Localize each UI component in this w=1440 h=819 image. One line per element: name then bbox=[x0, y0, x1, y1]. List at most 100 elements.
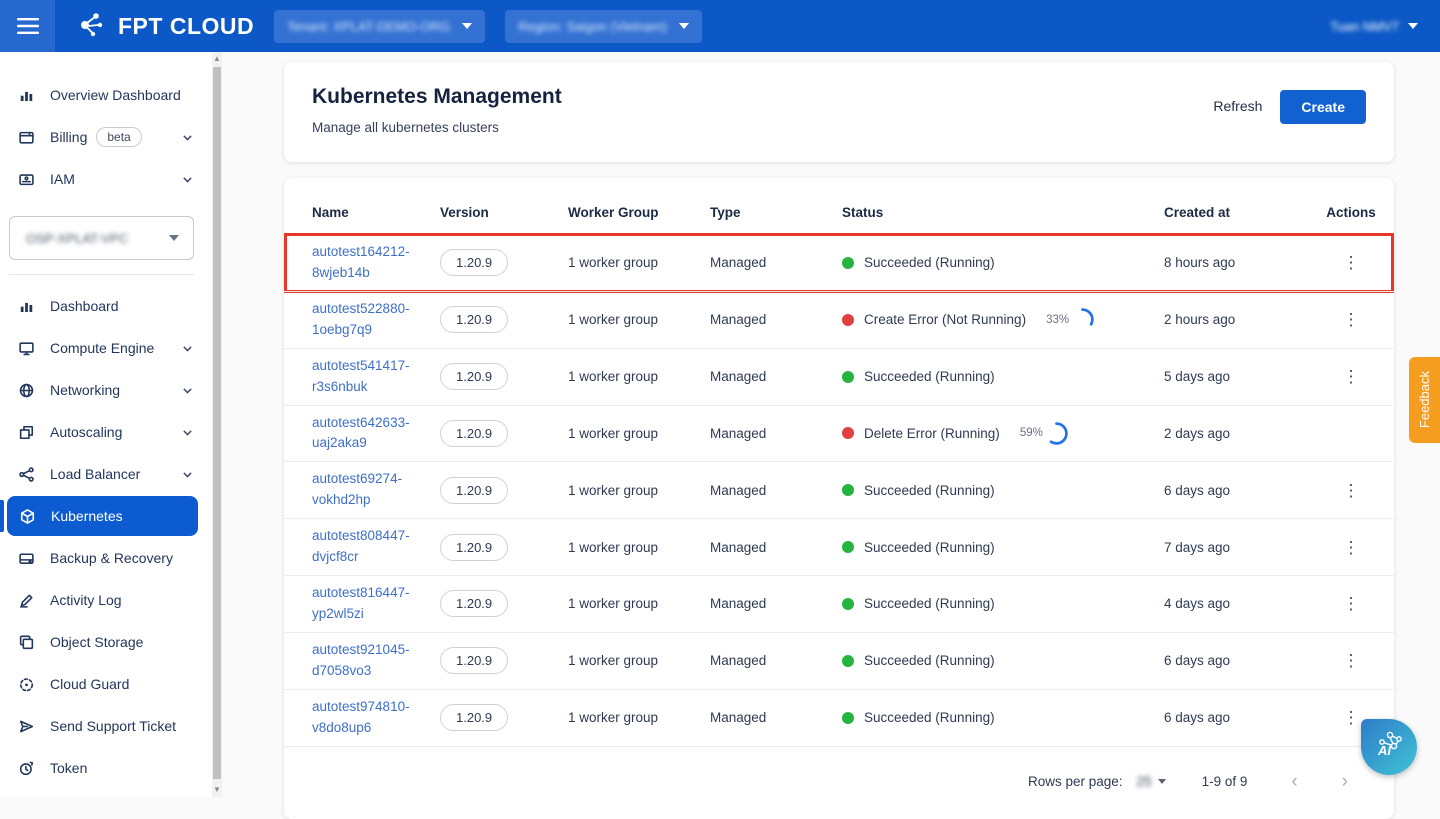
status-dot-icon bbox=[842, 541, 854, 553]
pagination-range: 1-9 of 9 bbox=[1202, 774, 1248, 789]
worker-group-cell: 1 worker group bbox=[568, 312, 708, 327]
chevron-down-icon[interactable] bbox=[1158, 779, 1166, 784]
sidebar-item-compute-engine[interactable]: Compute Engine bbox=[0, 327, 206, 369]
rows-per-page-value[interactable]: 25 bbox=[1137, 774, 1152, 789]
table-row[interactable]: autotest164212-8wjeb14b 1.20.9 1 worker … bbox=[284, 234, 1394, 291]
status-dot-icon bbox=[842, 314, 854, 326]
sidebar-item-label: Cloud Guard bbox=[50, 676, 129, 692]
ai-chat-fab[interactable]: AI bbox=[1361, 719, 1417, 775]
progress-arc-icon bbox=[1044, 421, 1069, 446]
version-badge: 1.20.9 bbox=[440, 590, 508, 617]
sidebar-item-label: Activity Log bbox=[50, 592, 122, 608]
sidebar-item-label: Backup & Recovery bbox=[50, 550, 173, 566]
chevron-down-icon bbox=[462, 23, 472, 29]
cluster-name-link[interactable]: autotest69274-vokhd2hp bbox=[312, 471, 402, 507]
kebab-menu-icon[interactable]: ⋮ bbox=[1335, 307, 1368, 332]
worker-group-cell: 1 worker group bbox=[568, 369, 708, 384]
table-row[interactable]: autotest541417-r3s6nbuk 1.20.9 1 worker … bbox=[284, 348, 1394, 405]
user-menu[interactable]: Tuan NMV7 bbox=[1330, 19, 1418, 34]
cluster-name-link[interactable]: autotest808447-dvjcf8cr bbox=[312, 528, 410, 564]
bar-chart-icon bbox=[18, 298, 35, 315]
progress-indicator: 33% bbox=[1046, 307, 1095, 332]
cluster-name-link[interactable]: autotest522880-1oebg7q9 bbox=[312, 301, 410, 337]
progress-indicator: 59% bbox=[1020, 421, 1069, 446]
sidebar-item-dashboard[interactable]: Dashboard bbox=[0, 285, 206, 327]
kebab-menu-icon[interactable]: ⋮ bbox=[1335, 591, 1368, 616]
cluster-name-link[interactable]: autotest921045-d7058vo3 bbox=[312, 642, 410, 678]
sidebar-group-account: Overview Dashboard Billing beta IAM bbox=[0, 74, 212, 200]
previous-page-button[interactable]: ‹ bbox=[1281, 769, 1307, 795]
sidebar-item-billing[interactable]: Billing beta bbox=[0, 116, 206, 158]
table-row[interactable]: autotest69274-vokhd2hp 1.20.9 1 worker g… bbox=[284, 461, 1394, 518]
sidebar-item-send-support-ticket[interactable]: Send Support Ticket bbox=[0, 705, 206, 747]
table-row[interactable]: autotest816447-yp2wl5zi 1.20.9 1 worker … bbox=[284, 575, 1394, 632]
sidebar-item-kubernetes[interactable]: Kubernetes bbox=[7, 496, 198, 536]
worker-group-cell: 1 worker group bbox=[568, 596, 708, 611]
next-page-button[interactable]: › bbox=[1332, 769, 1358, 795]
sidebar-item-overview-dashboard[interactable]: Overview Dashboard bbox=[0, 74, 206, 116]
cluster-name-link[interactable]: autotest541417-r3s6nbuk bbox=[312, 358, 410, 394]
overlap-squares-icon bbox=[18, 424, 35, 441]
vpc-selector[interactable]: OSP-XPLAT-VPC bbox=[9, 216, 194, 260]
tenant-dropdown[interactable]: Tenant: XPLAT-DEMO-ORG bbox=[274, 10, 485, 43]
refresh-button[interactable]: Refresh bbox=[1211, 90, 1264, 122]
token-dial-icon bbox=[18, 760, 35, 777]
cluster-name-link[interactable]: autotest816447-yp2wl5zi bbox=[312, 585, 410, 621]
kebab-menu-icon[interactable]: ⋮ bbox=[1335, 535, 1368, 560]
status-label: Succeeded (Running) bbox=[864, 369, 995, 384]
sidebar-item-object-storage[interactable]: Object Storage bbox=[0, 621, 206, 663]
create-button[interactable]: Create bbox=[1280, 90, 1366, 124]
sidebar-scrollbar[interactable]: ▲ ▼ bbox=[212, 52, 222, 797]
type-cell: Managed bbox=[710, 540, 840, 555]
hamburger-icon bbox=[17, 18, 39, 34]
type-cell: Managed bbox=[710, 426, 840, 441]
table-row[interactable]: autotest522880-1oebg7q9 1.20.9 1 worker … bbox=[284, 291, 1394, 348]
table-row[interactable]: autotest642633-uaj2aka9 1.20.9 1 worker … bbox=[284, 405, 1394, 462]
scrollbar-thumb[interactable] bbox=[213, 67, 221, 779]
table-row[interactable]: autotest921045-d7058vo3 1.20.9 1 worker … bbox=[284, 632, 1394, 689]
sidebar-item-networking[interactable]: Networking bbox=[0, 369, 206, 411]
feedback-tab[interactable]: Feedback bbox=[1409, 357, 1440, 443]
sidebar-item-activity-log[interactable]: Activity Log bbox=[0, 579, 206, 621]
version-badge: 1.20.9 bbox=[440, 704, 508, 731]
vpc-selector-value: OSP-XPLAT-VPC bbox=[26, 231, 128, 246]
sidebar-item-iam[interactable]: IAM bbox=[0, 158, 206, 200]
kebab-menu-icon[interactable]: ⋮ bbox=[1335, 648, 1368, 673]
cluster-name-link[interactable]: autotest974810-v8do8up6 bbox=[312, 699, 410, 735]
status-cell: Create Error (Not Running) 33% bbox=[842, 307, 1162, 332]
sidebar-item-label: Overview Dashboard bbox=[50, 87, 181, 103]
sidebar-item-load-balancer[interactable]: Load Balancer bbox=[0, 453, 206, 495]
fpt-cloud-logo[interactable]: FPT CLOUD bbox=[77, 8, 254, 45]
kebab-menu-icon[interactable]: ⋮ bbox=[1335, 364, 1368, 389]
table-row[interactable]: autotest974810-v8do8up6 1.20.9 1 worker … bbox=[284, 689, 1394, 746]
kebab-menu-icon[interactable]: ⋮ bbox=[1335, 478, 1368, 503]
region-dropdown[interactable]: Region: Saigon (Vietnam) bbox=[505, 10, 702, 43]
sidebar-item-label: IAM bbox=[50, 171, 75, 187]
cluster-name-link[interactable]: autotest164212-8wjeb14b bbox=[312, 244, 410, 280]
sidebar-item-backup-recovery[interactable]: Backup & Recovery bbox=[0, 537, 206, 579]
kebab-menu-icon[interactable]: ⋮ bbox=[1335, 250, 1368, 275]
scroll-up-arrow-icon[interactable]: ▲ bbox=[212, 52, 222, 66]
sidebar-item-autoscaling[interactable]: Autoscaling bbox=[0, 411, 206, 453]
page-header-text: Kubernetes Management Manage all kuberne… bbox=[312, 85, 562, 135]
sidebar-item-cloud-guard[interactable]: Cloud Guard bbox=[0, 663, 206, 705]
actions-cell: ⋮ bbox=[1316, 250, 1386, 275]
main-content: Kubernetes Management Manage all kuberne… bbox=[222, 52, 1440, 797]
storage-drive-icon bbox=[18, 550, 35, 567]
copy-icon bbox=[18, 634, 35, 651]
version-badge: 1.20.9 bbox=[440, 534, 508, 561]
sidebar-item-label: Billing bbox=[50, 129, 87, 145]
sidebar-item-label: Autoscaling bbox=[50, 424, 122, 440]
version-badge: 1.20.9 bbox=[440, 647, 508, 674]
version-badge: 1.20.9 bbox=[440, 477, 508, 504]
column-header-name: Name bbox=[312, 205, 438, 220]
cluster-name-link[interactable]: autotest642633-uaj2aka9 bbox=[312, 415, 410, 451]
sidebar-item-token[interactable]: Token bbox=[0, 747, 206, 789]
table-row[interactable]: autotest808447-dvjcf8cr 1.20.9 1 worker … bbox=[284, 518, 1394, 575]
sidebar-item-label: Object Storage bbox=[50, 634, 143, 650]
page-subtitle: Manage all kubernetes clusters bbox=[312, 120, 562, 135]
hamburger-menu-button[interactable] bbox=[0, 0, 55, 52]
scroll-down-arrow-icon[interactable]: ▼ bbox=[212, 783, 222, 797]
monitor-icon bbox=[18, 340, 35, 357]
table-header-row: NameVersionWorker GroupTypeStatusCreated… bbox=[284, 190, 1394, 234]
